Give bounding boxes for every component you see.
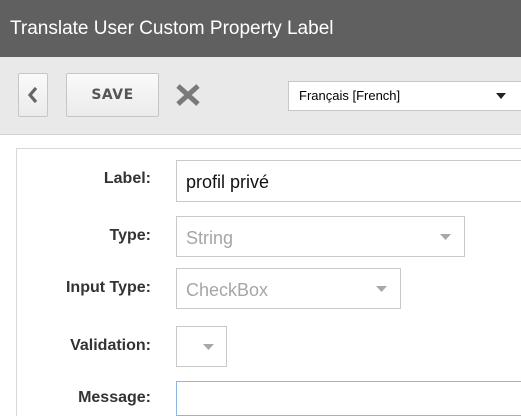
dropdown-arrow-icon (203, 344, 214, 350)
save-button[interactable]: SAVE (66, 73, 159, 117)
type-field-caption: Type: (109, 227, 151, 244)
label-field-caption: Label: (103, 170, 151, 187)
label-input[interactable]: profil privé (176, 160, 521, 202)
input-type-field-caption: Input Type: (65, 279, 151, 296)
type-select[interactable]: String (176, 216, 465, 257)
validation-field-caption: Validation: (70, 337, 151, 354)
close-x-icon[interactable] (175, 83, 201, 107)
toolbar: SAVE Français [French] (0, 57, 521, 135)
input-type-select[interactable]: CheckBox (176, 268, 401, 309)
message-field-caption: Message: (78, 389, 151, 406)
validation-select[interactable] (176, 326, 227, 367)
language-select[interactable]: Français [French] (288, 81, 521, 111)
message-input[interactable] (176, 381, 521, 416)
dropdown-arrow-icon (440, 234, 451, 240)
save-button-label: SAVE (91, 87, 134, 103)
language-select-value: Français [French] (299, 88, 401, 103)
back-button[interactable] (18, 73, 48, 117)
input-type-select-value: CheckBox (186, 280, 269, 300)
type-select-value: String (186, 228, 234, 248)
label-input-value: profil privé (186, 172, 270, 192)
window-title: Translate User Custom Property Label (0, 0, 521, 57)
dropdown-arrow-icon (496, 93, 506, 99)
dropdown-arrow-icon (376, 286, 387, 292)
chevron-left-icon (27, 87, 38, 103)
